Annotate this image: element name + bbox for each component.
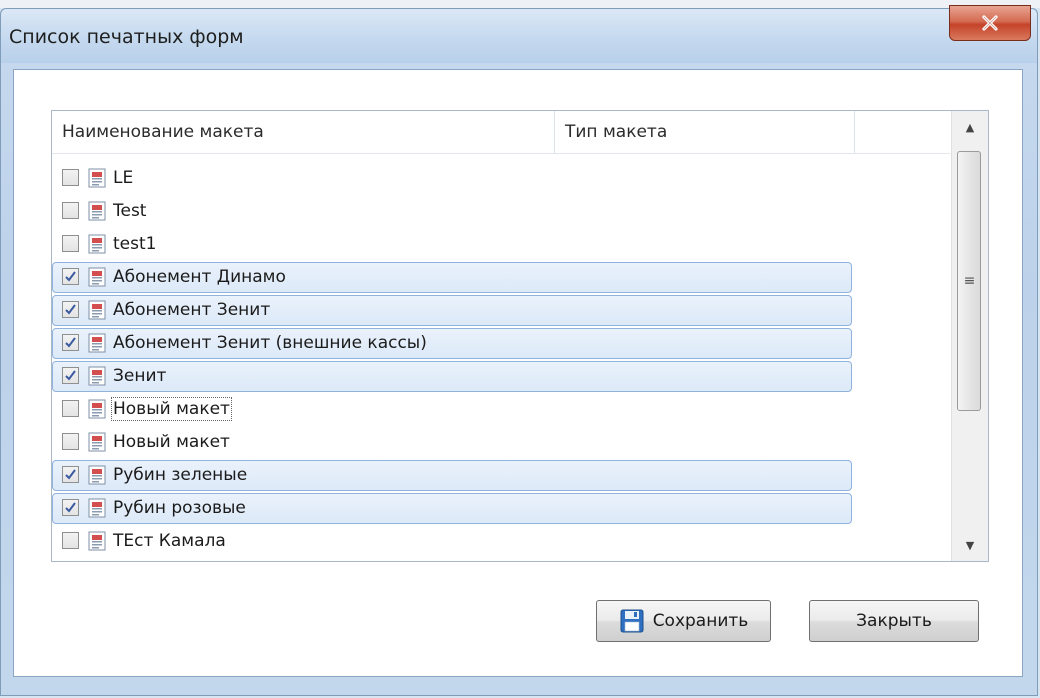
row-checkbox[interactable]	[62, 532, 79, 549]
row-checkbox[interactable]	[62, 466, 79, 483]
window-close-button[interactable]	[949, 5, 1031, 41]
table-row[interactable]: Абонемент Зенит	[52, 293, 950, 326]
vertical-scrollbar[interactable]: ▲ ≡ ▼	[951, 111, 988, 561]
grid-rows: LE Test test1 Абонемент Динамо Абонемент Зен…	[52, 161, 950, 557]
row-label: Абонемент Динамо	[113, 266, 286, 287]
close-icon	[982, 15, 998, 31]
scroll-up-arrow[interactable]: ▲	[952, 111, 988, 143]
document-template-icon	[88, 366, 106, 386]
table-row[interactable]: Абонемент Зенит (внешние кассы)	[52, 326, 950, 359]
row-label: Зенит	[113, 365, 167, 386]
row-label: test1	[113, 233, 157, 254]
floppy-disk-icon	[620, 609, 644, 633]
table-row[interactable]: Абонемент Динамо	[52, 260, 950, 293]
scrollbar-thumb[interactable]: ≡	[957, 151, 981, 411]
row-checkbox[interactable]	[62, 301, 79, 318]
table-row[interactable]: ТЕст Камала	[52, 524, 950, 557]
check-icon	[65, 304, 76, 315]
column-header-type[interactable]: Тип макета	[555, 111, 855, 153]
window-title: Список печатных форм	[9, 26, 244, 48]
row-label: Рубин розовые	[113, 497, 246, 518]
table-row[interactable]: Зенит	[52, 359, 950, 392]
check-icon	[65, 337, 76, 348]
row-label: Абонемент Зенит (внешние кассы)	[113, 332, 427, 353]
check-icon	[65, 271, 76, 282]
document-template-icon	[88, 531, 106, 551]
row-label: Рубин зеленые	[113, 464, 248, 485]
table-row[interactable]: Рубин зеленые	[52, 458, 950, 491]
document-template-icon	[88, 234, 106, 254]
grid-header: Наименование макета Тип макета	[52, 111, 950, 154]
row-checkbox[interactable]	[62, 235, 79, 252]
document-template-icon	[88, 465, 106, 485]
document-template-icon	[88, 267, 106, 287]
row-checkbox[interactable]	[62, 400, 79, 417]
row-checkbox[interactable]	[62, 202, 79, 219]
table-row[interactable]: Test	[52, 194, 950, 227]
close-button-label: Закрыть	[856, 611, 932, 631]
scroll-down-arrow[interactable]: ▼	[952, 529, 988, 561]
row-label: Test	[113, 200, 147, 221]
check-icon	[65, 370, 76, 381]
table-row[interactable]: Новый макет	[52, 392, 950, 425]
document-template-icon	[88, 333, 106, 353]
document-template-icon	[88, 300, 106, 320]
dialog-window: Список печатных форм Наименование макета…	[0, 5, 1038, 696]
row-label: Абонемент Зенит	[113, 299, 271, 320]
title-bar[interactable]: Список печатных форм	[1, 9, 1037, 63]
close-button[interactable]: Закрыть	[809, 600, 979, 642]
row-label: ТЕст Камала	[113, 530, 226, 551]
row-checkbox[interactable]	[62, 433, 79, 450]
row-checkbox[interactable]	[62, 334, 79, 351]
row-checkbox[interactable]	[62, 367, 79, 384]
check-icon	[65, 502, 76, 513]
column-header-name[interactable]: Наименование макета	[52, 111, 555, 153]
document-template-icon	[88, 399, 106, 419]
check-icon	[65, 469, 76, 480]
print-forms-grid: Наименование макета Тип макета LE Test tes…	[51, 110, 989, 562]
row-label: Новый макет	[113, 431, 230, 452]
table-row[interactable]: Рубин розовые	[52, 491, 950, 524]
save-button[interactable]: Сохранить	[596, 600, 771, 642]
row-checkbox[interactable]	[62, 268, 79, 285]
background-window-strip	[0, 0, 1040, 8]
table-row[interactable]: LE	[52, 161, 950, 194]
dialog-content: Наименование макета Тип макета LE Test tes…	[13, 69, 1023, 677]
row-checkbox[interactable]	[62, 169, 79, 186]
table-row[interactable]: test1	[52, 227, 950, 260]
row-label: Новый макет	[111, 396, 232, 421]
row-checkbox[interactable]	[62, 499, 79, 516]
document-template-icon	[88, 498, 106, 518]
document-template-icon	[88, 432, 106, 452]
document-template-icon	[88, 168, 106, 188]
document-template-icon	[88, 201, 106, 221]
column-header-extra[interactable]	[855, 111, 950, 153]
save-button-label: Сохранить	[652, 611, 749, 631]
table-row[interactable]: Новый макет	[52, 425, 950, 458]
row-label: LE	[113, 167, 134, 188]
